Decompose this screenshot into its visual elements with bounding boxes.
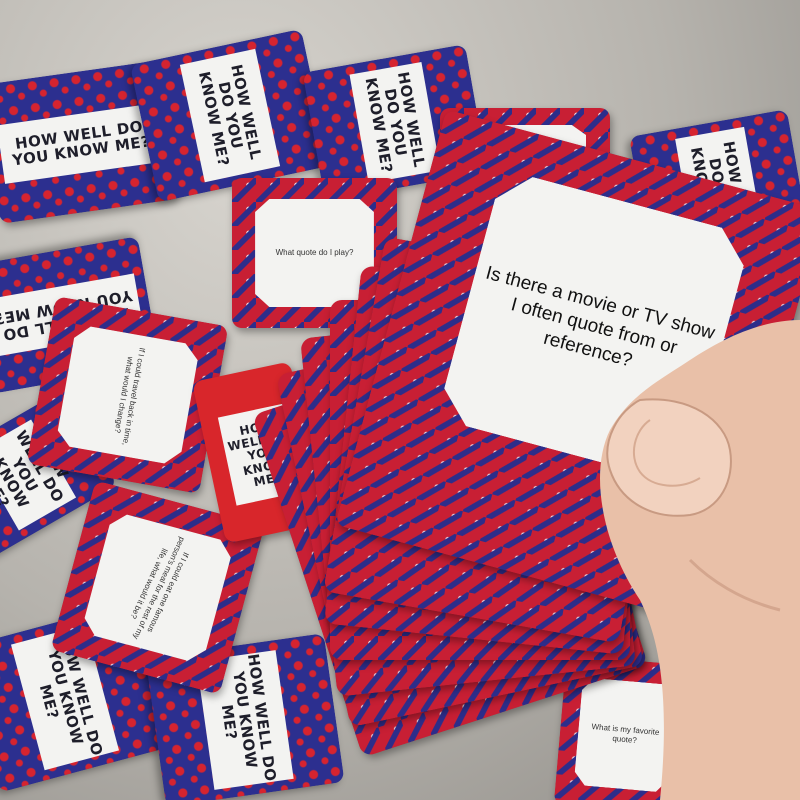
photo-scene: HOW WELL DO YOU KNOW ME? HOW WELL DO YOU…: [0, 0, 800, 800]
hand-holding-cards: [600, 320, 800, 800]
